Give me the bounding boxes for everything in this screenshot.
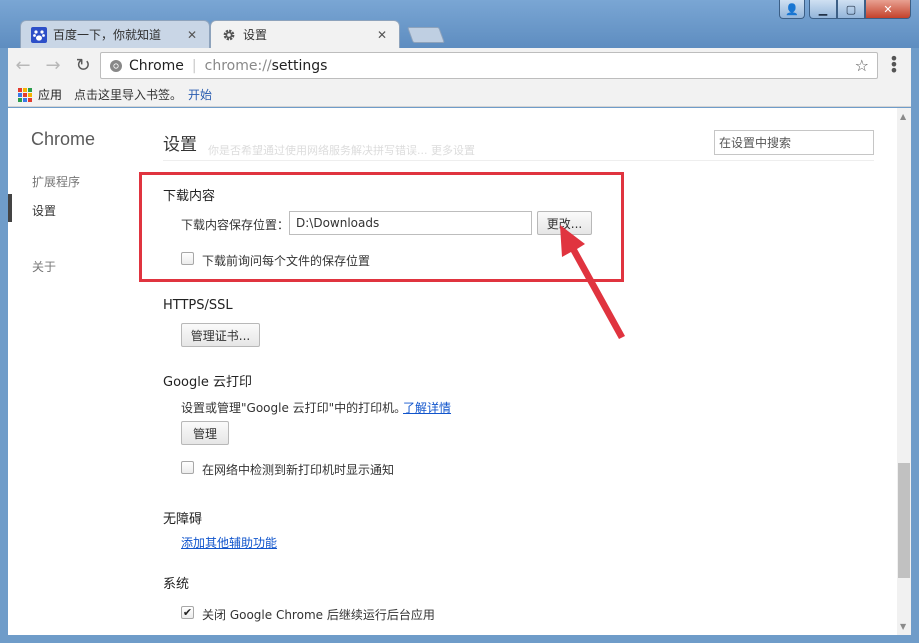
manage-certificates-button[interactable]: 管理证书... [181,323,260,347]
cloudprint-manage-button[interactable]: 管理 [181,421,229,445]
tab-close-icon[interactable]: ✕ [185,28,199,42]
apps-grid-dot [18,97,22,102]
background-apps-checkbox[interactable]: ✔ [181,606,194,619]
add-accessibility-link[interactable]: 添加其他辅助功能 [181,534,277,551]
sidebar-item-extensions[interactable]: 扩展程序 [32,173,80,190]
sidebar-item-about[interactable]: 关于 [32,258,56,275]
page-title: 设置 [163,135,197,155]
omnibox-chip-label: Chrome [129,57,184,74]
minimize-button[interactable]: ▁ [809,0,837,19]
tab-settings[interactable]: 设置 ✕ [210,20,400,48]
url-path: settings [271,57,328,74]
sidebar-active-indicator [8,194,12,222]
sidebar-title: Chrome [31,129,96,149]
apps-grid-dot [28,87,32,92]
apps-grid-dot [28,92,32,97]
apps-grid-dot [18,87,22,92]
scroll-down-arrow-icon[interactable]: ▼ [900,622,906,631]
menu-kebab-icon[interactable]: • • • [886,51,902,79]
url-scheme: chrome:// [204,57,272,74]
settings-search-input[interactable] [714,130,874,155]
scroll-up-arrow-icon[interactable]: ▲ [900,112,906,121]
maximize-button[interactable]: ▢ [837,0,865,19]
forward-arrow-icon[interactable]: → [38,51,68,81]
chrome-logo-icon [109,59,123,73]
browser-toolbar: ← → ↻ Chrome | chrome:// settings ☆ • • • [8,48,911,83]
bookmark-import-hint: 点击这里导入书签。 [74,88,183,102]
apps-grid-dot [23,87,27,92]
sidebar-item-settings[interactable]: 设置 [32,202,56,219]
address-bar[interactable]: Chrome | chrome:// settings ☆ [100,52,878,79]
tab-close-icon[interactable]: ✕ [375,28,389,42]
background-apps-label: 关闭 Google Chrome 后继续运行后台应用 [202,608,435,622]
faded-scrolled-text: 你是否希望通过使用网络服务解决拼写错误... 更多设置 [208,144,475,157]
baidu-paw-icon [31,26,47,43]
apps-grid-dot [23,97,27,102]
window-controls: 👤 ▁ ▢ ✕ [779,0,911,20]
cloudprint-section-title: Google 云打印 [163,375,252,390]
bookmark-start-link[interactable]: 开始 [188,86,212,103]
system-section-title: 系统 [163,577,190,592]
tab-baidu[interactable]: 百度一下，你就知道 ✕ [20,20,210,48]
cloudprint-learn-more-link[interactable]: 了解详情 [403,399,451,416]
omnibox-separator: | [191,57,197,74]
bookmarks-bar: 应用 点击这里导入书签。 开始 [8,83,911,107]
apps-grid-dot [23,92,27,97]
accessibility-section-title: 无障碍 [163,512,203,527]
tab-title: 百度一下，你就知道 [53,28,162,42]
apps-grid-icon[interactable] [18,87,32,102]
bookmark-star-icon[interactable]: ☆ [855,56,869,75]
back-arrow-icon[interactable]: ← [8,51,38,81]
annotation-highlight-box [139,172,624,282]
https-section-title: HTTPS/SSL [163,298,233,313]
user-profile-icon[interactable]: 👤 [779,0,805,19]
cloudprint-description: 设置或管理"Google 云打印"中的打印机。 [181,401,407,415]
printer-notify-checkbox[interactable] [181,461,194,474]
tab-title: 设置 [243,28,268,42]
printer-notify-label: 在网络中检测到新打印机时显示通知 [202,463,395,477]
close-window-button[interactable]: ✕ [865,0,911,19]
apps-grid-dot [28,97,32,102]
gear-icon [221,27,237,43]
reload-icon[interactable]: ↻ [68,51,98,81]
bookmark-apps[interactable]: 应用 [38,86,62,103]
settings-page: Chrome 扩展程序 设置 关于 设置 你是否希望通过使用网络服务解决拼写错误… [8,108,911,635]
header-divider [163,160,874,161]
apps-grid-dot [18,92,22,97]
new-tab-button[interactable] [407,27,445,43]
scrollbar-thumb[interactable] [898,463,910,578]
